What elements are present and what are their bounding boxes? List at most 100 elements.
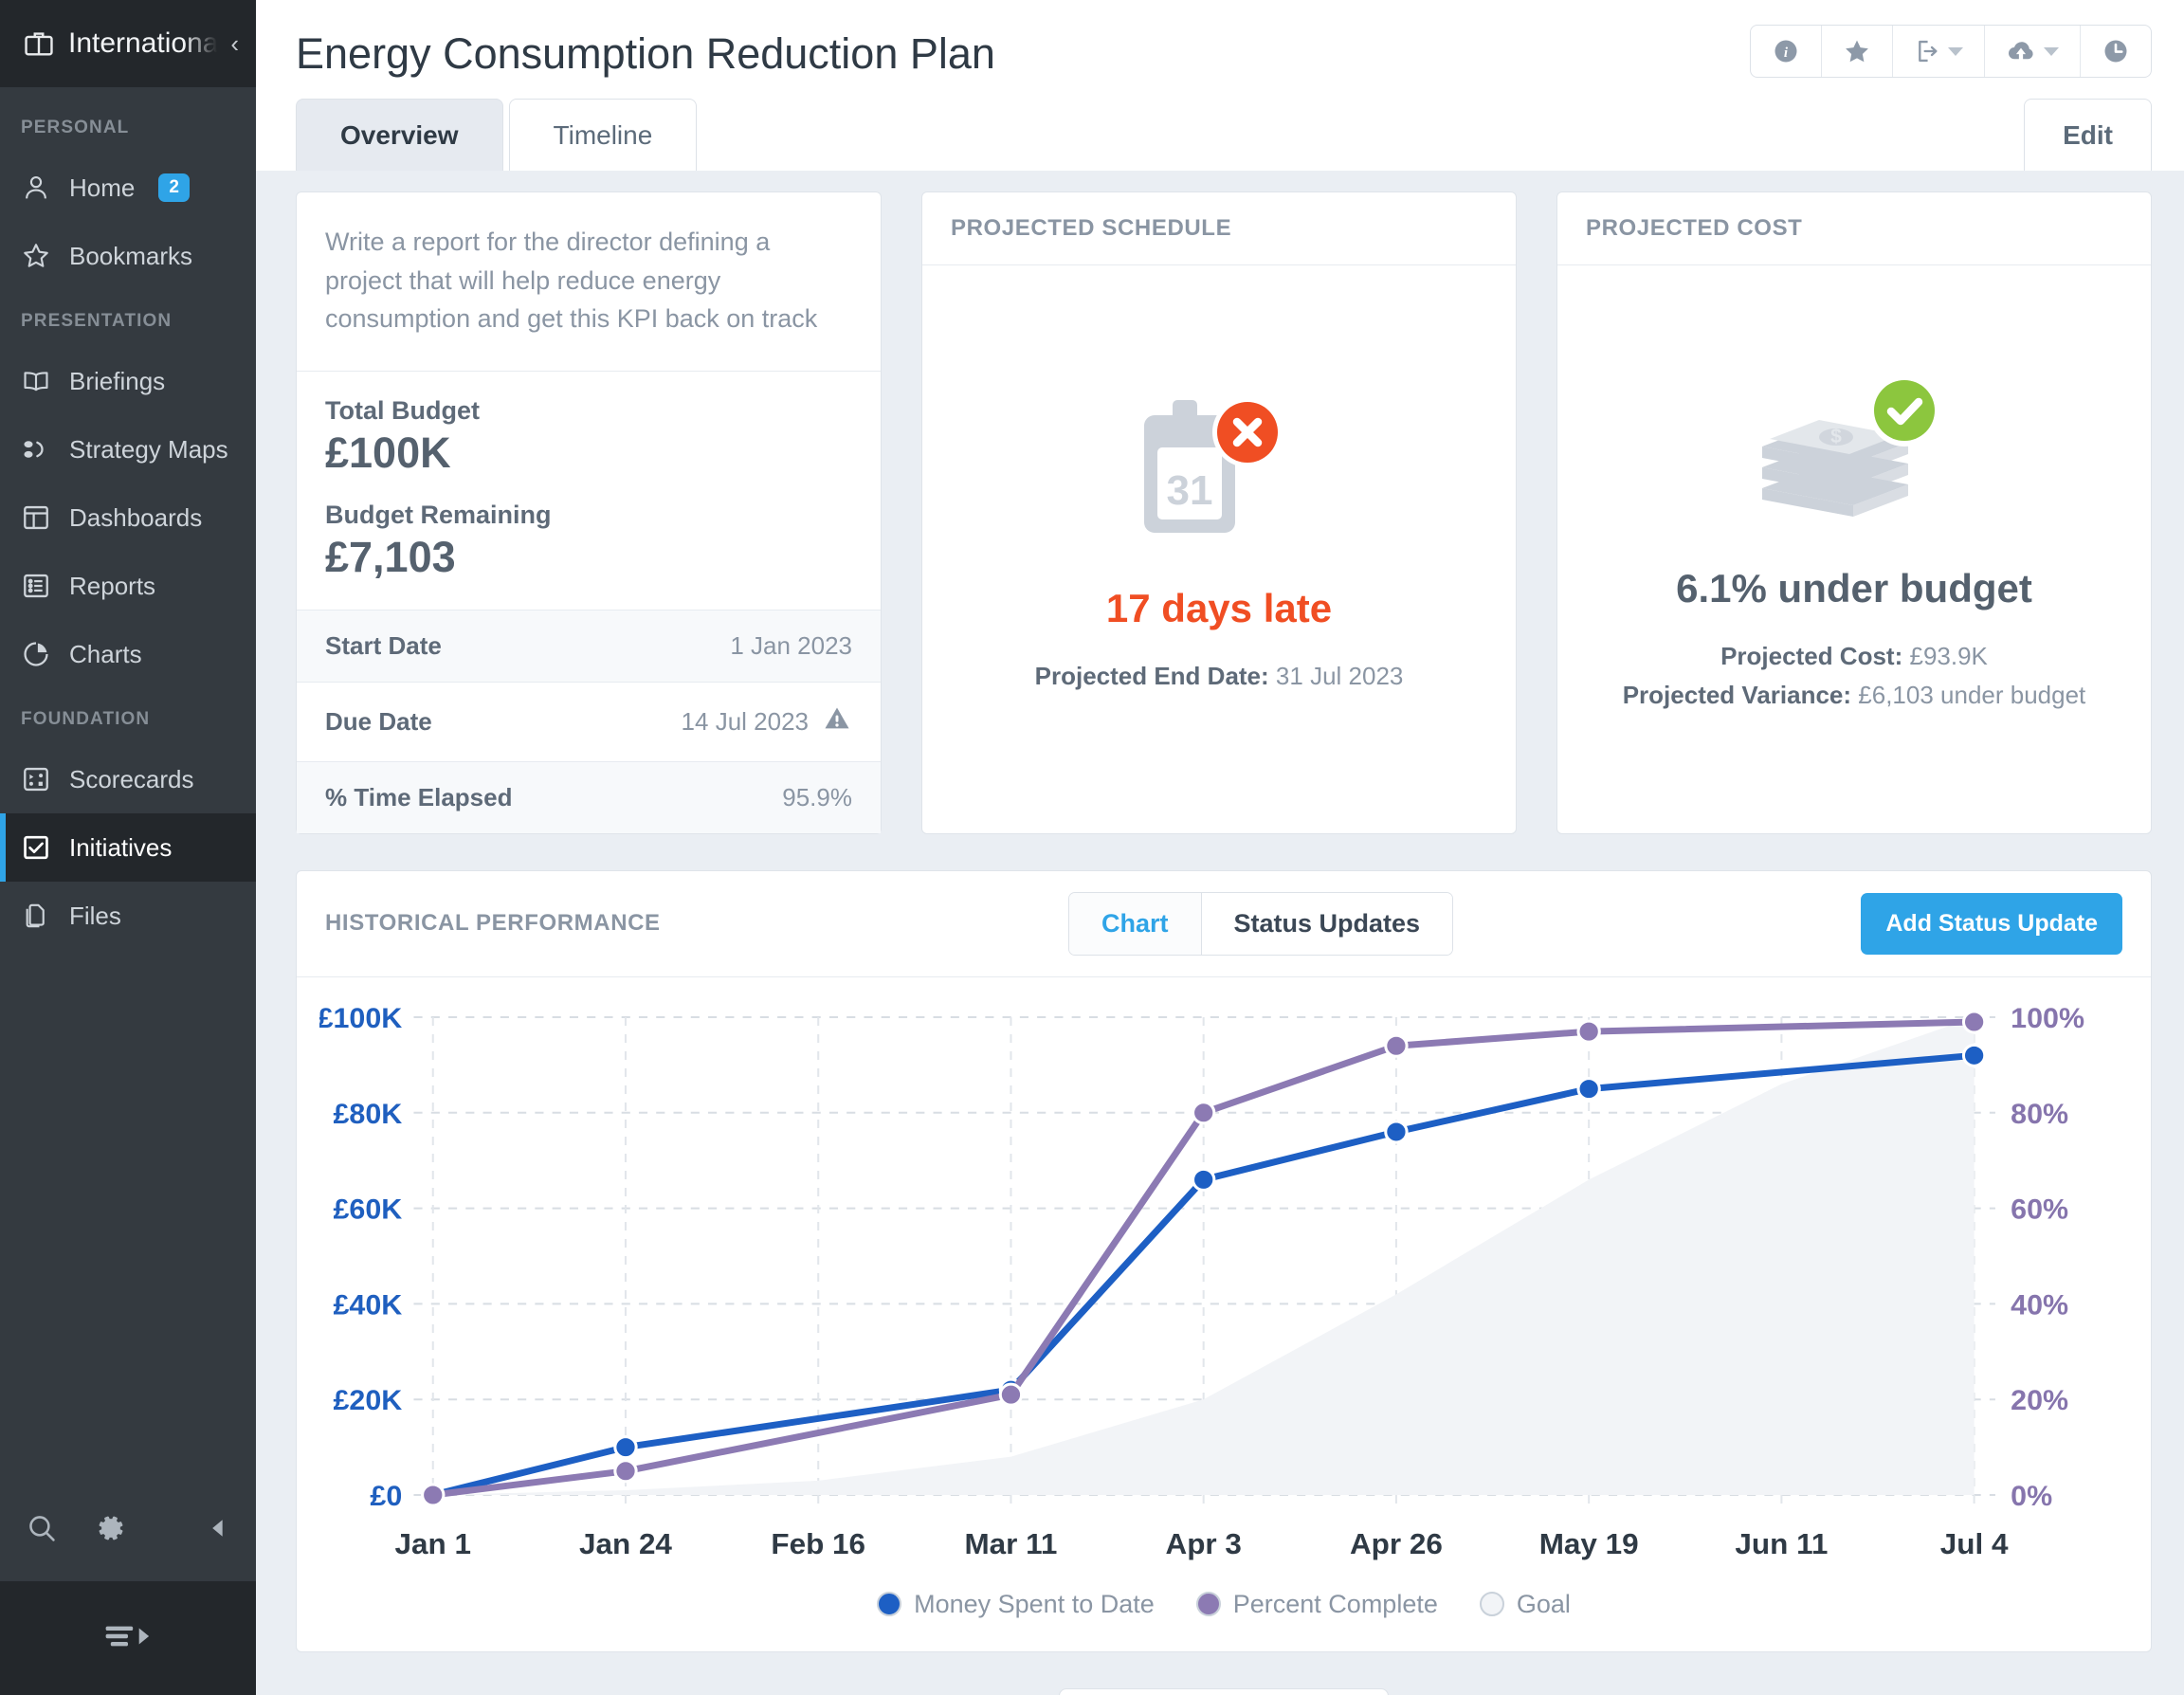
sidebar-item-home[interactable]: Home 2 [0,154,256,222]
svg-text:£0: £0 [370,1481,402,1512]
sidebar-item-label: Home [69,173,136,202]
legend-swatch [877,1592,902,1616]
export-icon[interactable] [1893,26,1985,77]
projected-schedule-title: PROJECTED SCHEDULE [922,192,1516,265]
page-title: Energy Consumption Reduction Plan [296,29,995,78]
sidebar-item-label: Initiatives [69,832,173,862]
time-elapsed-label: % Time Elapsed [325,782,513,811]
view-toggle: Chart Status Updates [1067,891,1454,956]
money-stack-icon: $ [1745,373,1963,543]
projected-schedule-body: 31 17 days late Projected End Date: 31 J… [922,265,1516,833]
collapse-left-icon[interactable] [205,1515,231,1546]
sidebar-footer[interactable] [0,1581,256,1695]
show-more-notes-button[interactable]: Show 2 more notes [1059,1687,1389,1695]
checkbox-icon [21,832,51,863]
svg-text:£100K: £100K [319,1003,402,1034]
legend-item-goal[interactable]: Goal [1479,1589,1571,1619]
sidebar-item-dashboards[interactable]: Dashboards [0,483,256,552]
projected-end-date-row: Projected End Date: 31 Jul 2023 [1035,662,1404,691]
svg-text:£80K: £80K [333,1098,402,1129]
svg-text:Feb 16: Feb 16 [771,1527,865,1560]
legend-label: Goal [1516,1589,1571,1618]
budget-remaining-label: Budget Remaining [325,501,552,529]
svg-text:May 19: May 19 [1539,1527,1639,1560]
svg-text:2023: 2023 [791,1569,846,1571]
warning-triangle-icon [822,703,852,740]
sidebar-nav: PERSONAL Home 2 Bookmarks PRESENTATION B… [0,87,256,1479]
historical-performance-header: HISTORICAL PERFORMANCE Chart Status Upda… [297,871,2151,977]
legend-item-percent-complete[interactable]: Percent Complete [1195,1590,1438,1619]
sidebar-item-initiatives[interactable]: Initiatives [0,813,256,882]
budget-remaining-value: £7,103 [325,533,456,581]
svg-text:2023: 2023 [1175,1569,1231,1571]
svg-text:£40K: £40K [333,1289,402,1321]
sidebar-section-presentation: PRESENTATION [21,311,173,331]
sidebar-section-foundation: FOUNDATION [21,709,151,729]
svg-text:31: 31 [1167,467,1213,514]
total-budget-label: Total Budget [325,395,480,425]
legend-swatch [1479,1592,1504,1616]
sidebar-item-label: Charts [69,639,142,668]
tab-bar: Overview Timeline Edit [296,99,2152,171]
pie-chart-icon [21,639,51,669]
projected-cost-card: PROJECTED COST $ 6.1% under budget Proje… [1556,191,2152,834]
due-date-value-group: 14 Jul 2023 [682,703,852,740]
projected-schedule-card: PROJECTED SCHEDULE 31 17 days late Proje… [921,191,1517,834]
view-toggle-wrap: Chart Status Updates [689,891,1833,956]
svg-text:2023: 2023 [1754,1569,1810,1571]
calendar-31-icon: 31 [1110,392,1328,563]
workspace-header[interactable]: International ‹ [0,0,256,87]
budget-block: Total Budget £100K Budget Remaining £7,1… [297,372,881,611]
tab-timeline[interactable]: Timeline [508,99,698,171]
add-status-update-button[interactable]: Add Status Update [1861,892,2122,955]
tab-chart[interactable]: Chart [1068,892,1202,955]
workspace-title: International [68,27,218,59]
total-budget-value: £100K [325,428,451,477]
home-badge: 2 [158,173,190,202]
svg-text:Jan 24: Jan 24 [579,1527,673,1560]
sidebar-item-files[interactable]: Files [0,882,256,950]
svg-text:Jul 4: Jul 4 [1940,1527,2009,1560]
tab-overview[interactable]: Overview [296,99,503,171]
gear-icon[interactable] [95,1512,127,1549]
start-date-label: Start Date [325,630,442,660]
svg-text:2023: 2023 [405,1569,461,1571]
history-clock-icon[interactable] [2081,26,2151,77]
projected-cost-row: Projected Cost: £93.9K [1720,642,1988,671]
svg-text:2023: 2023 [1369,1569,1425,1571]
initiative-info-card: Write a report for the director defining… [296,191,882,834]
tab-status-updates[interactable]: Status Updates [1201,892,1453,955]
projected-cost-value: £93.9K [1909,642,1988,671]
star-icon[interactable] [1822,26,1893,77]
time-elapsed-row: % Time Elapsed 95.9% [297,761,881,833]
info-icon[interactable]: i [1751,26,1822,77]
chevron-left-icon[interactable]: ‹ [230,31,239,56]
svg-text:$: $ [1830,426,1842,447]
summary-cards-row: Write a report for the director defining… [296,191,2152,834]
sidebar-item-reports[interactable]: Reports [0,552,256,620]
edit-button[interactable]: Edit [2024,99,2152,171]
right-axis-ticks: 0% 20% 40% 60% 80% 100% [2011,1003,2084,1512]
menu-expand-icon[interactable] [103,1621,153,1656]
performance-line-chart[interactable]: £0 £20K £40K £60K £80K £100K 0% 20% 40% 60% 80% 10… [319,1002,2128,1571]
sidebar-item-briefings[interactable]: Briefings [0,347,256,415]
sidebar-item-charts[interactable]: Charts [0,620,256,688]
search-icon[interactable] [25,1511,59,1550]
user-icon [21,173,51,203]
sidebar-section-personal: PERSONAL [21,118,130,137]
legend-label: Money Spent to Date [914,1589,1155,1618]
sidebar-item-bookmarks[interactable]: Bookmarks [0,222,256,290]
legend-item-money-spent[interactable]: Money Spent to Date [877,1590,1155,1619]
due-date-label: Due Date [325,706,432,736]
sidebar-item-label: Strategy Maps [69,434,228,464]
sidebar-tools [0,1479,256,1581]
due-date-value: 14 Jul 2023 [681,706,809,736]
sidebar-item-scorecards[interactable]: Scorecards [0,745,256,813]
star-icon [21,241,51,271]
sidebar-item-label: Dashboards [69,502,203,532]
start-date-value: 1 Jan 2023 [730,630,852,660]
sidebar-item-strategy-maps[interactable]: Strategy Maps [0,415,256,483]
svg-text:0%: 0% [2011,1481,2052,1512]
cloud-upload-icon[interactable] [1985,26,2081,77]
chart-area: £0 £20K £40K £60K £80K £100K 0% 20% 40% 60% 80% 10… [297,977,2151,1580]
